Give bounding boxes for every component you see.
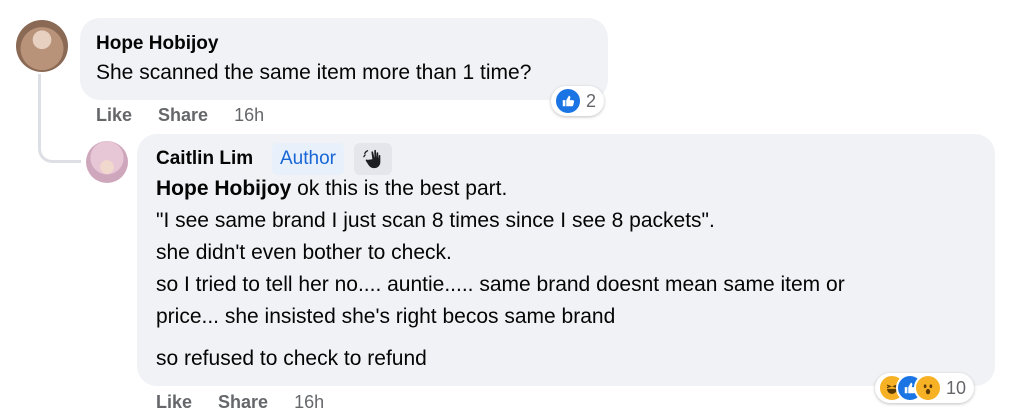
reply-text-line: so refused to check to refund <box>156 347 427 370</box>
timestamp[interactable]: 16h <box>294 391 324 413</box>
reply-author-name[interactable]: Caitlin Lim <box>156 148 253 170</box>
share-link[interactable]: Share <box>158 104 208 126</box>
reply-text-line: Hope Hobijoy ok this is the best part. <box>156 177 508 200</box>
avatar-hope-hobijoy[interactable] <box>16 20 68 72</box>
reply-text-line: she didn't even bother to check. <box>156 241 452 264</box>
mention-link[interactable]: Hope Hobijoy <box>156 177 291 200</box>
wave-icon[interactable] <box>354 143 392 175</box>
reaction-summary[interactable]: 10 <box>875 373 975 403</box>
like-link[interactable]: Like <box>96 104 132 126</box>
comment-actions: Like Share 16h <box>96 104 264 126</box>
reply-text-line: price... she insisted she's right becos … <box>156 305 616 328</box>
reaction-count: 2 <box>586 90 597 111</box>
reply-text-line: so I tried to tell her no.... auntie....… <box>156 273 845 296</box>
timestamp[interactable]: 16h <box>234 104 264 126</box>
comment-thread: Hope Hobijoy She scanned the same item m… <box>0 0 1024 418</box>
reaction-summary[interactable]: 2 <box>551 86 605 116</box>
comment-text: She scanned the same item more than 1 ti… <box>96 61 532 84</box>
thread-connector-line <box>38 74 81 163</box>
comment-bubble <box>80 18 608 100</box>
reaction-count: 10 <box>946 377 967 398</box>
reaction-icons <box>878 374 942 402</box>
comment-author-name[interactable]: Hope Hobijoy <box>96 33 218 55</box>
reply-actions: Like Share 16h <box>156 391 324 413</box>
share-link[interactable]: Share <box>218 391 268 413</box>
reply-text-line: "I see same brand I just scan 8 times si… <box>156 209 715 232</box>
like-icon <box>554 87 582 115</box>
avatar-caitlin-lim[interactable] <box>86 141 128 183</box>
author-badge: Author <box>272 143 344 175</box>
wow-icon <box>914 374 942 402</box>
like-link[interactable]: Like <box>156 391 192 413</box>
